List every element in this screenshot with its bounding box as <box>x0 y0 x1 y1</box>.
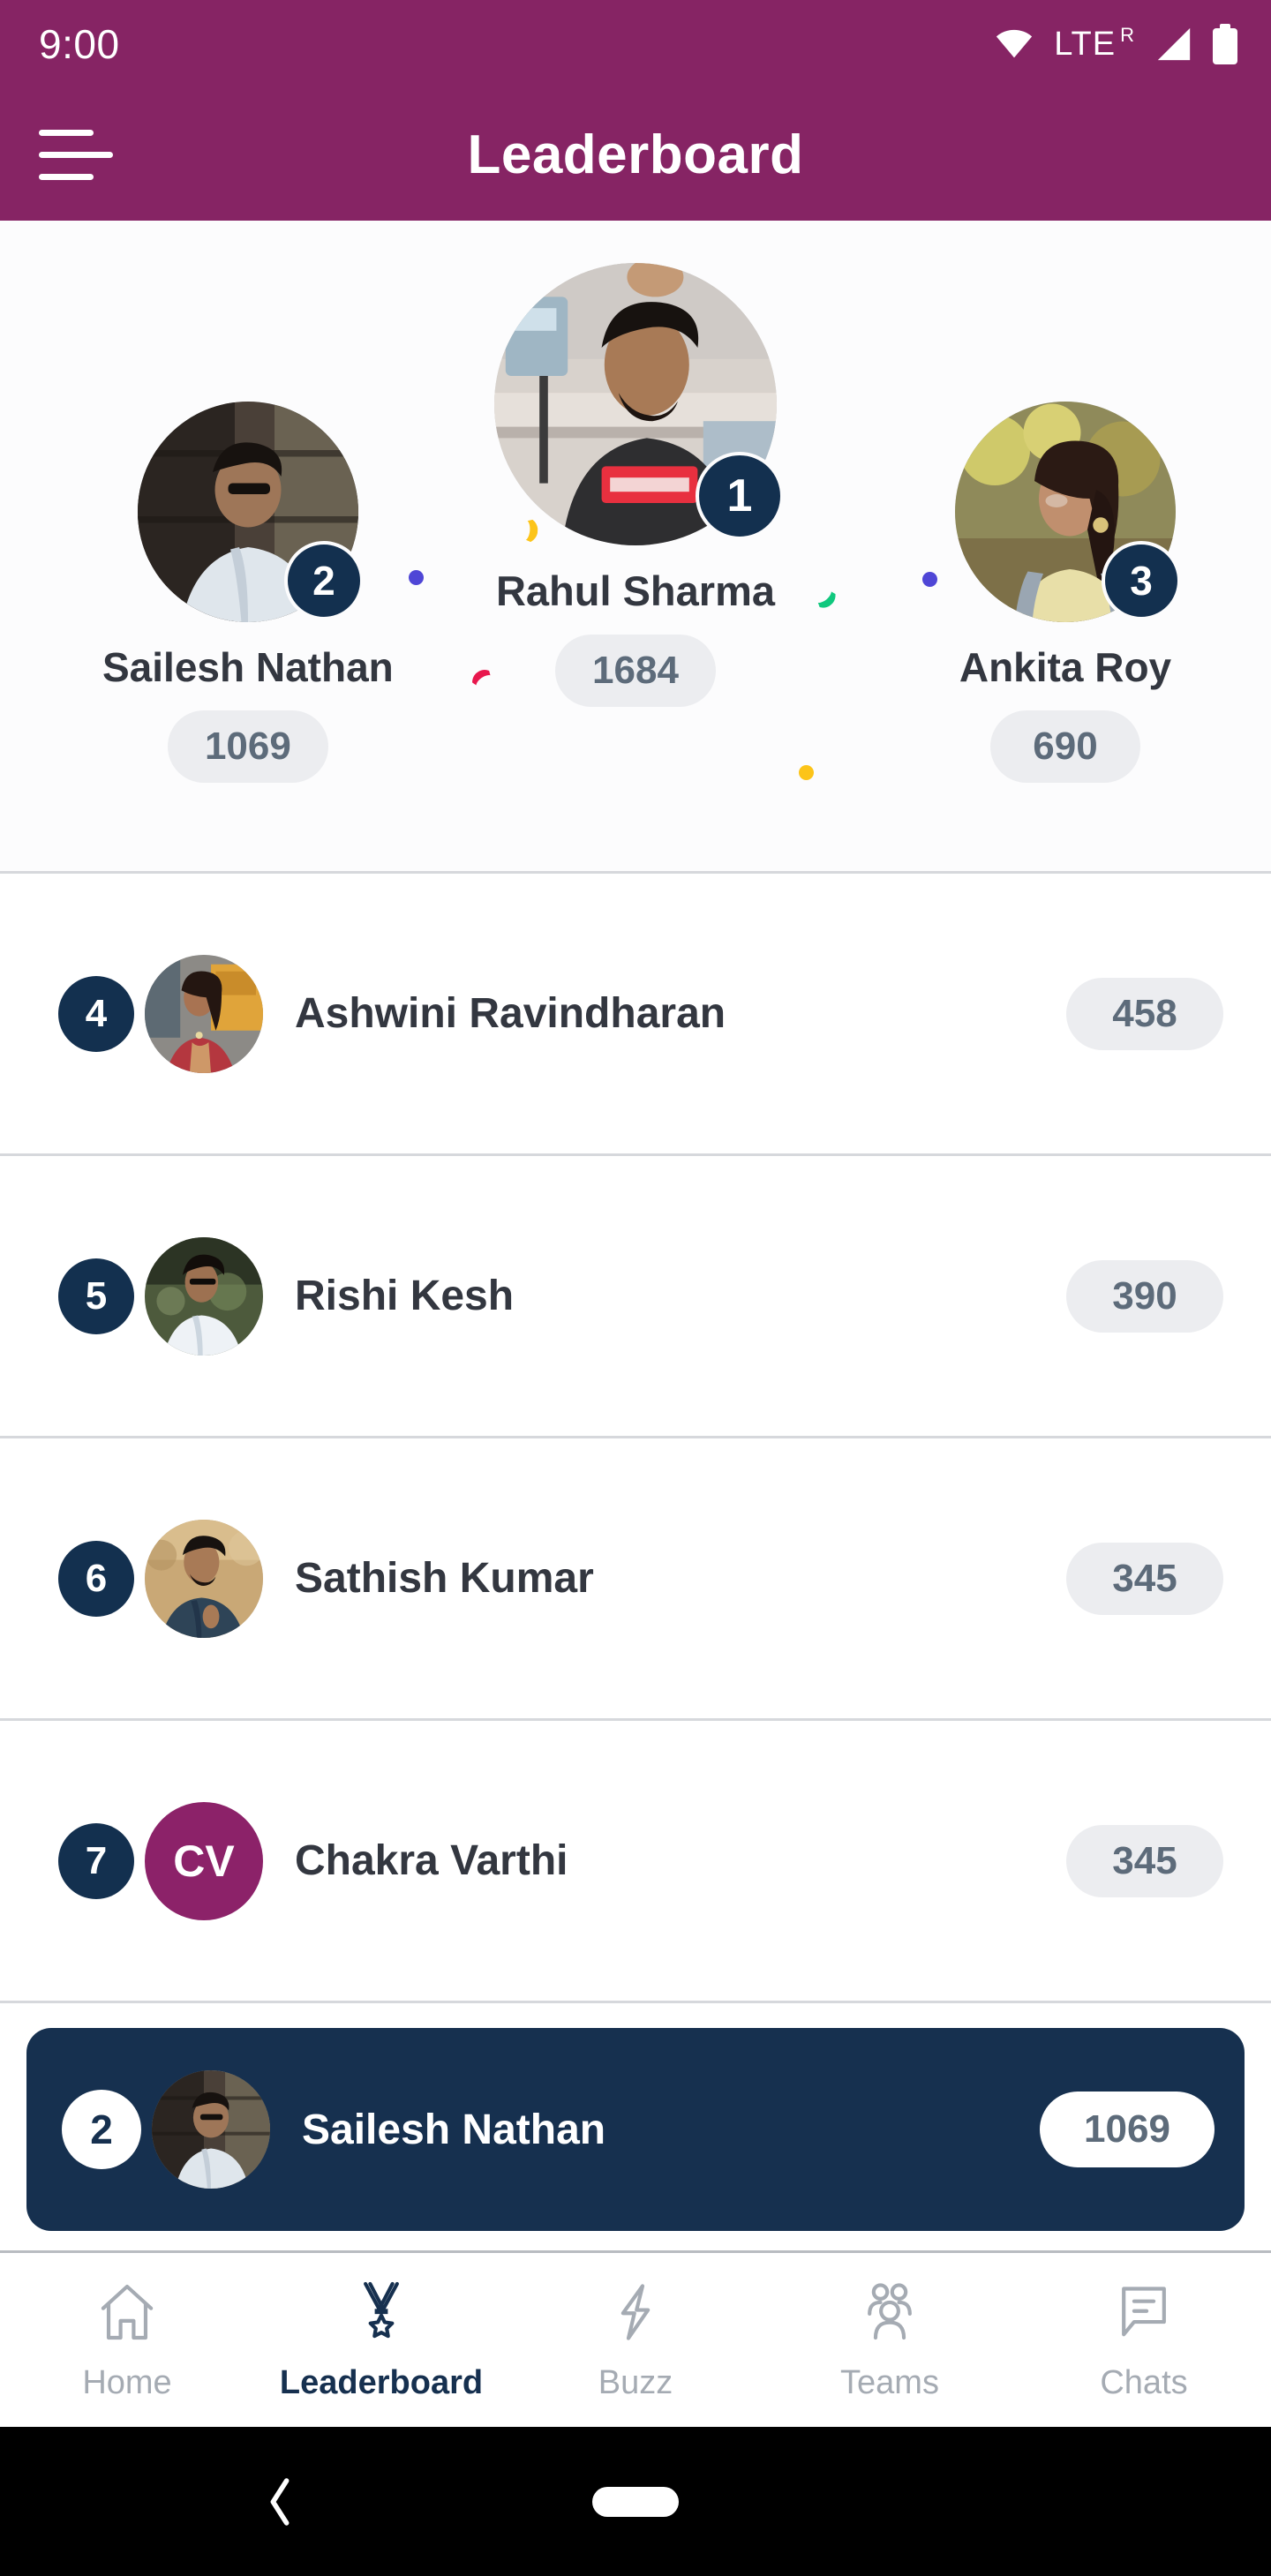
nav-label: Home <box>82 2364 172 2401</box>
table-row[interactable]: 6 Sathish Kumar 345 <box>0 1438 1271 1721</box>
people-group-icon <box>855 2278 924 2347</box>
podium-section: 2 Sailesh Nathan 1069 1 Rahul Sharma 168… <box>0 221 1271 874</box>
back-chevron-icon[interactable] <box>265 2477 295 2527</box>
podium-name: Ankita Roy <box>959 644 1172 690</box>
row-score: 390 <box>1066 1259 1223 1333</box>
confetti-piece <box>922 572 937 587</box>
confetti-piece <box>409 570 424 585</box>
podium-score: 690 <box>990 710 1140 783</box>
row-rank-badge: 5 <box>58 1258 134 1334</box>
avatar-wrap: 1 <box>494 263 784 545</box>
nav-label: Chats <box>1100 2364 1188 2401</box>
signal-icon <box>1154 26 1193 62</box>
current-user-name: Sailesh Nathan <box>302 2106 606 2153</box>
podium-entry-1[interactable]: 1 Rahul Sharma 1684 <box>494 263 784 707</box>
podium-score: 1069 <box>167 710 328 783</box>
row-name: Chakra Varthi <box>295 1837 568 1884</box>
row-rank-badge: 4 <box>58 975 134 1052</box>
row-name: Sathish Kumar <box>295 1555 594 1602</box>
nav-item-home[interactable]: Home <box>0 2278 254 2402</box>
status-bar-clock: 9:00 <box>39 21 120 67</box>
podium-name: Sailesh Nathan <box>102 644 394 690</box>
confetti-piece <box>467 665 497 692</box>
nav-item-leaderboard[interactable]: Leaderboard <box>254 2278 508 2402</box>
podium-entry-3[interactable]: 3 Ankita Roy 690 <box>955 402 1181 783</box>
row-avatar <box>145 1236 263 1356</box>
row-avatar <box>145 1519 263 1638</box>
podium-entry-2[interactable]: 2 Sailesh Nathan 1069 <box>102 402 394 783</box>
hamburger-menu-icon[interactable] <box>39 117 113 192</box>
avatar-wrap: 3 <box>955 402 1181 622</box>
current-user-card[interactable]: 2 Sailesh Nathan 1069 <box>26 2028 1245 2231</box>
status-bar-icons: LTE R <box>994 24 1237 64</box>
bottom-navigation: Home Leaderboard Buzz Teams Chats <box>0 2250 1271 2427</box>
lightning-bolt-icon <box>601 2278 670 2347</box>
nav-item-buzz[interactable]: Buzz <box>508 2278 763 2402</box>
rank-badge: 1 <box>696 452 784 540</box>
leaderboard-list: 4 Ashwini Ravindharan 458 5 Rishi Kesh 390 6 Sa… <box>0 874 1271 2003</box>
app-bar: Leaderboard <box>0 88 1271 221</box>
nav-label: Teams <box>840 2364 939 2401</box>
table-row[interactable]: 4 Ashwini Ravindharan 458 <box>0 874 1271 1156</box>
table-row[interactable]: 7 CV Chakra Varthi 345 <box>0 1721 1271 2003</box>
row-rank-badge: 7 <box>58 1822 134 1899</box>
table-row[interactable]: 5 Rishi Kesh 390 <box>0 1156 1271 1438</box>
rank-badge: 3 <box>1102 541 1181 620</box>
home-icon <box>93 2278 162 2347</box>
battery-icon <box>1213 24 1237 64</box>
current-user-section: 2 Sailesh Nathan 1069 <box>0 2003 1271 2250</box>
current-user-rank: 2 <box>62 2090 141 2169</box>
podium-score: 1684 <box>555 635 716 707</box>
row-name: Rishi Kesh <box>295 1273 515 1319</box>
podium-name: Rahul Sharma <box>495 567 776 614</box>
system-navigation-bar <box>0 2427 1271 2576</box>
medal-icon <box>347 2278 416 2347</box>
leaderboard-screen: 9:00 LTE R Leaderboard 2 Sailesh Nathan … <box>0 0 1271 2576</box>
row-avatar: CV <box>145 1801 263 1920</box>
nav-item-chats[interactable]: Chats <box>1017 2278 1271 2402</box>
roaming-indicator: R <box>1120 23 1135 46</box>
nav-item-teams[interactable]: Teams <box>763 2278 1017 2402</box>
chat-bubble-icon <box>1109 2278 1178 2347</box>
row-name: Ashwini Ravindharan <box>295 990 726 1037</box>
page-title: Leaderboard <box>467 124 804 185</box>
nav-label: Leaderboard <box>279 2364 484 2401</box>
nav-label: Buzz <box>598 2364 673 2401</box>
rank-badge: 2 <box>283 541 364 620</box>
row-score: 458 <box>1066 977 1223 1050</box>
network-type-label: LTE R <box>1054 23 1135 63</box>
current-user-score: 1069 <box>1040 2092 1215 2167</box>
wifi-icon <box>994 28 1034 60</box>
status-bar: 9:00 LTE R <box>0 0 1271 88</box>
confetti-piece <box>799 765 814 780</box>
row-score: 345 <box>1066 1542 1223 1615</box>
avatar-wrap: 2 <box>137 402 364 622</box>
home-pill-indicator[interactable] <box>592 2486 679 2517</box>
confetti-layer: 2 Sailesh Nathan 1069 1 Rahul Sharma 168… <box>0 221 1271 871</box>
row-score: 345 <box>1066 1824 1223 1897</box>
row-avatar <box>145 954 263 1073</box>
current-user-avatar <box>152 2070 270 2189</box>
row-rank-badge: 6 <box>58 1540 134 1617</box>
confetti-piece <box>811 585 841 613</box>
